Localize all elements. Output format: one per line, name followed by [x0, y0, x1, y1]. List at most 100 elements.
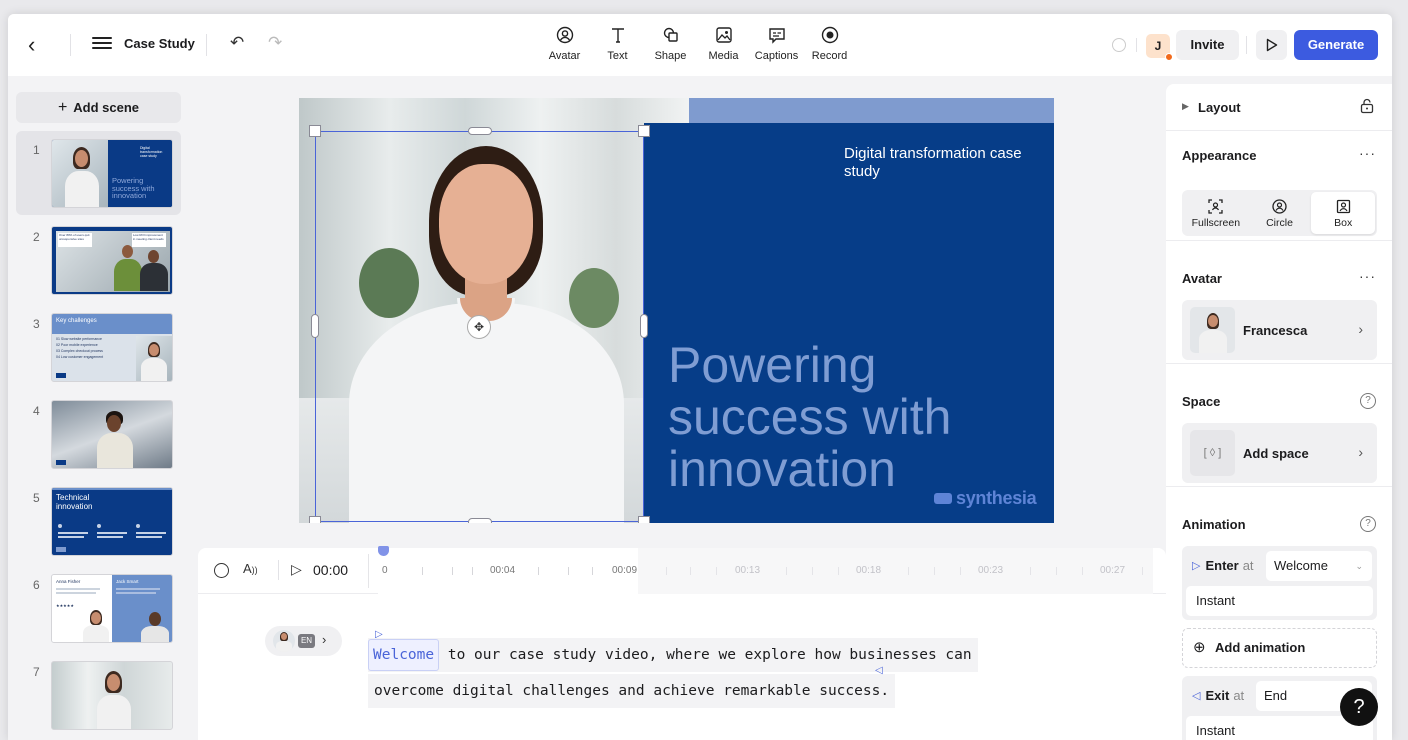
scene-number: 1 [33, 143, 40, 157]
menu-icon[interactable] [92, 34, 112, 54]
help-icon[interactable]: ? [1360, 516, 1376, 532]
timeline-play-icon[interactable]: ▷ [291, 561, 302, 578]
more-icon[interactable]: ··· [1359, 145, 1376, 161]
user-avatar[interactable]: J [1146, 34, 1173, 61]
resize-handle[interactable] [311, 314, 319, 338]
layout-section[interactable]: ▶ Layout [1166, 84, 1392, 131]
scenes-sidebar: + Add scene 1 Digital transformation case… [8, 76, 190, 740]
tool-text[interactable]: Text [591, 24, 644, 62]
highlighted-word[interactable]: Welcome [368, 639, 440, 671]
animation-title: Animation [1182, 517, 1246, 532]
help-button[interactable]: ? [1340, 688, 1378, 726]
avatar-picker[interactable]: Francesca › [1182, 300, 1377, 360]
timeline: A)) ▷ 00:00 0 00:04 00:09 00:13 00:18 00… [198, 546, 1166, 594]
slide-subtitle[interactable]: Digital transformation case study [844, 145, 1034, 181]
add-space-button[interactable]: [ ◊ ] Add space › [1182, 423, 1377, 483]
play-icon [1266, 38, 1277, 52]
scene-card-1[interactable]: 1 Digital transformation case study Powe… [16, 131, 181, 215]
resize-handle[interactable] [468, 127, 492, 135]
slide-headline[interactable]: Powering success with innovation [668, 339, 1038, 495]
tool-record[interactable]: Record [803, 24, 856, 62]
tool-avatar[interactable]: Avatar [538, 24, 591, 62]
slide-canvas[interactable]: Digital transformation case study Poweri… [299, 98, 1054, 523]
tool-media[interactable]: Media [697, 24, 750, 62]
invite-button[interactable]: Invite [1176, 30, 1239, 60]
resize-handle[interactable] [638, 125, 650, 137]
chevron-down-icon: ⌄ [1355, 561, 1363, 571]
scene-card-7[interactable]: 7 [16, 653, 181, 731]
divider [368, 554, 369, 588]
record-icon [803, 24, 856, 46]
voice-icon[interactable]: A)) [243, 561, 258, 576]
layout-title: Layout [1198, 100, 1241, 115]
scene-card-4[interactable]: 4 [16, 392, 181, 476]
option-label: Box [1334, 217, 1353, 229]
appearance-box[interactable]: Box [1311, 192, 1376, 234]
space-title: Space [1182, 394, 1221, 409]
at-label: at [1233, 688, 1245, 703]
logo-wordmark: synthesia [956, 488, 1037, 508]
more-icon[interactable]: ··· [1359, 268, 1376, 284]
scene-headline: Powering success with innovation [112, 176, 155, 200]
tool-label: Captions [754, 50, 799, 62]
divider [70, 34, 71, 56]
back-button[interactable]: ‹ [28, 32, 50, 58]
avatar-icon [538, 24, 591, 46]
scene-small-text: Digital transformation case study [140, 146, 163, 158]
scene-stat-text: Low ROI improvement in meeting client ne… [133, 233, 164, 241]
scene-card-5[interactable]: 5 Technical innovation [16, 479, 181, 563]
enter-trigger-select[interactable]: Welcome ⌄ [1266, 551, 1372, 581]
scene-number: 7 [33, 665, 40, 679]
voice-selector[interactable]: EN › [265, 626, 342, 656]
canvas-area: Digital transformation case study Poweri… [198, 76, 1166, 548]
divider [1136, 38, 1137, 52]
tool-captions[interactable]: Captions [750, 24, 803, 62]
notification-dot [1165, 53, 1173, 61]
chevron-right-icon: › [1358, 444, 1363, 460]
resize-handle[interactable] [309, 125, 321, 137]
time-label: 00:04 [490, 565, 516, 576]
resize-handle[interactable] [468, 518, 492, 523]
project-title[interactable]: Case Study [124, 36, 195, 51]
resize-handle[interactable] [638, 516, 650, 523]
enter-type-field[interactable]: Instant [1186, 586, 1373, 616]
move-icon[interactable]: ✥ [467, 315, 491, 339]
clock-icon[interactable] [214, 563, 229, 578]
resize-handle[interactable] [640, 314, 648, 338]
lock-icon[interactable] [1360, 98, 1374, 119]
scene-card-3[interactable]: 3 Key challenges 01 Slow website perform… [16, 305, 181, 389]
preview-play-button[interactable] [1256, 30, 1287, 60]
script-line-2[interactable]: overcome digital challenges and achieve … [368, 674, 896, 708]
add-scene-button[interactable]: + Add scene [16, 92, 181, 123]
option-label: Circle [1266, 217, 1293, 229]
option-label: Fullscreen [1191, 217, 1241, 229]
redo-icon[interactable]: ↷ [268, 33, 282, 53]
avatar-thumbnail [273, 630, 295, 652]
resize-handle[interactable] [309, 516, 321, 523]
toolbar: Avatar Text Shape Media Captions Record [538, 24, 856, 62]
scene-thumbnail [51, 400, 173, 469]
scene-card-2[interactable]: 2 Over 80% of users quit unresponsive si… [16, 218, 181, 302]
time-label: 00:13 [735, 565, 761, 576]
script-text: to our case study video, where we explor… [439, 647, 972, 663]
tool-shape[interactable]: Shape [644, 24, 697, 62]
appearance-circle[interactable]: Circle [1248, 192, 1312, 234]
time-label: 00:09 [612, 565, 638, 576]
add-animation-button[interactable]: ⊕ Add animation [1182, 628, 1377, 668]
scene-list-item: 02 Poor mobile experience [56, 343, 98, 347]
add-animation-label: Add animation [1215, 640, 1306, 655]
tool-label: Shape [654, 50, 687, 62]
exit-icon: ◁ [1192, 690, 1201, 702]
undo-icon[interactable]: ↶ [230, 33, 244, 53]
add-scene-label: Add scene [73, 100, 140, 115]
generate-button[interactable]: Generate [1294, 30, 1378, 60]
exit-marker-icon[interactable]: ◁ [875, 665, 883, 676]
appearance-title: Appearance [1182, 148, 1257, 163]
appearance-fullscreen[interactable]: Fullscreen [1184, 192, 1248, 234]
properties-panel: ▶ Layout Appearance ··· Fullscreen Circl… [1166, 84, 1392, 740]
divider [1246, 36, 1247, 54]
scene-card-6[interactable]: 6 Anna Fisher Jack Smart ★★★★★ [16, 566, 181, 650]
enter-icon: ▷ [1192, 560, 1201, 572]
script-line-1[interactable]: Welcome to our case study video, where w… [368, 638, 978, 672]
help-icon[interactable]: ? [1360, 393, 1376, 409]
